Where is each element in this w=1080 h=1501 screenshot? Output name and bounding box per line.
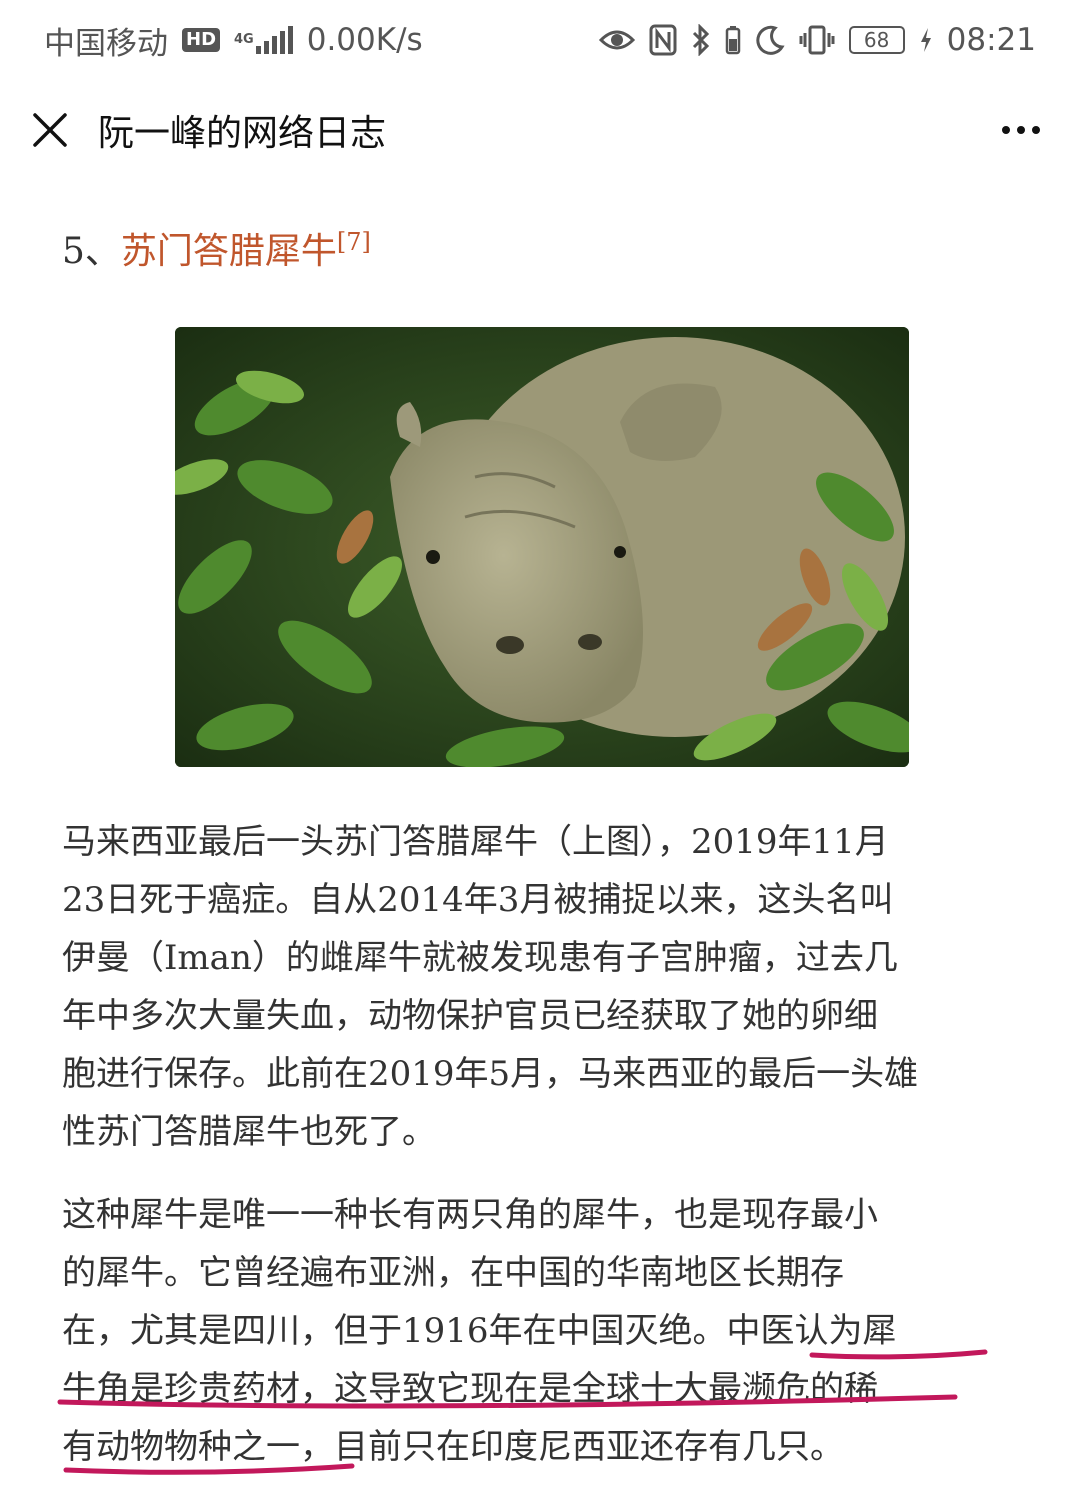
paragraph-line: 胞进行保存。此前在2019年5月，马来西亚的最后一头雄 xyxy=(62,1054,919,1094)
paragraph-1: 马来西亚最后一头苏门答腊犀牛（上图），2019年11月 23日死于癌症。自从20… xyxy=(62,813,1022,1161)
paragraph-line: 23日死于癌症。自从2014年3月被捕捉以来，这头名叫 xyxy=(62,880,894,920)
close-button[interactable] xyxy=(30,110,70,150)
close-icon xyxy=(33,113,67,147)
carrier-label: 中国移动 xyxy=(44,25,168,62)
paragraph-line: 这种犀牛是唯一一种长有两只角的犀牛，也是现存最小 xyxy=(62,1195,878,1235)
section-number: 5、 xyxy=(62,231,121,272)
paragraph-line: 有动物物种之一，目前只在印度尼西亚还存有几只。 xyxy=(62,1427,844,1467)
signal-icon: 4G xyxy=(234,26,293,54)
paragraph-line: 的犀牛。它曾经遍布亚洲，在中国的华南地区长期存 xyxy=(62,1253,844,1293)
clock: 08:21 xyxy=(946,22,1036,58)
paragraph-line: 伊曼（Iman）的雌犀牛就被发现患有子宫肿瘤，过去几 xyxy=(62,938,898,978)
status-bar-left: 中国移动 HD 4G 0.00K/s xyxy=(44,18,423,63)
page-title: 阮一峰的网络日志 xyxy=(98,113,387,154)
paragraph-line: 性苏门答腊犀牛也死了。 xyxy=(62,1112,436,1152)
paragraph-line: 年中多次大量失血，动物保护官员已经获取了她的卵细 xyxy=(62,996,878,1036)
network-type: 4G xyxy=(234,32,254,47)
bluetooth-icon xyxy=(691,24,711,56)
more-button[interactable] xyxy=(992,116,1050,144)
paragraph-line: 牛角是珍贵药材，这导致它现在是全球十大最濒危的稀 xyxy=(62,1369,878,1409)
battery-icon: 68 xyxy=(848,26,905,54)
nfc-icon xyxy=(649,24,677,56)
paragraph-2: 这种犀牛是唯一一种长有两只角的犀牛，也是现存最小 的犀牛。它曾经遍布亚洲，在中国… xyxy=(62,1186,1022,1476)
vibrate-icon xyxy=(799,25,835,55)
section-heading: 5、苏门答腊犀牛[7] xyxy=(62,222,371,274)
charging-icon xyxy=(919,27,933,53)
footnote-ref[interactable]: [7] xyxy=(337,228,371,256)
more-icon xyxy=(1002,126,1040,134)
rhinoceros-photo xyxy=(175,327,909,767)
hd-badge: HD xyxy=(182,28,221,52)
network-speed: 0.00K/s xyxy=(306,22,423,58)
moon-icon xyxy=(755,25,785,55)
title-bar: 阮一峰的网络日志 xyxy=(0,80,1080,180)
paragraph-line: 在，尤其是四川，但于1916年在中国灭绝。中医认为犀 xyxy=(62,1311,897,1351)
status-bar: 中国移动 HD 4G 0.00K/s 68 08:21 xyxy=(0,0,1080,80)
eye-icon xyxy=(598,27,635,53)
status-bar-right: 68 08:21 xyxy=(598,22,1036,58)
section-link[interactable]: 苏门答腊犀牛 xyxy=(121,231,337,272)
phone-battery-icon xyxy=(725,25,741,55)
paragraph-line: 马来西亚最后一头苏门答腊犀牛（上图），2019年11月 xyxy=(62,822,889,862)
